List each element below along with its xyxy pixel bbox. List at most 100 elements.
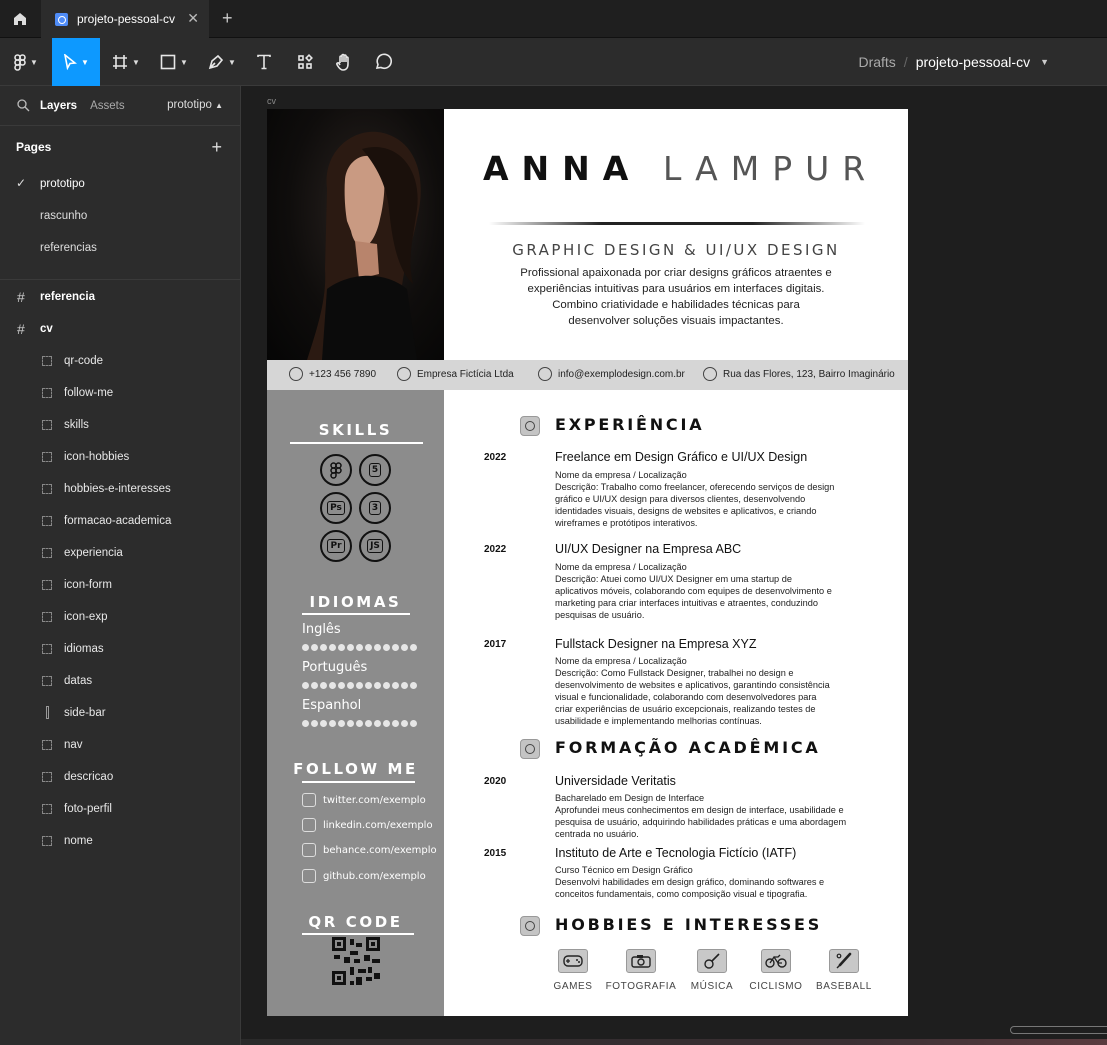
page-item-prototipo[interactable]: ✓ prototipo — [0, 168, 240, 200]
layer-side-bar[interactable]: side-bar — [0, 697, 240, 729]
language-name: Espanhol — [302, 698, 362, 713]
hand-icon — [336, 53, 349, 71]
group-icon — [42, 644, 52, 654]
layer-label: descricao — [64, 771, 114, 783]
tab-layers[interactable]: Layers — [40, 100, 77, 112]
new-tab-button[interactable]: + — [222, 8, 233, 28]
education-line: centrada no usuário. — [555, 828, 639, 839]
page-item-rascunho[interactable]: rascunho — [0, 200, 240, 232]
layer-label: qr-code — [64, 355, 103, 367]
close-icon[interactable]: ✕ — [187, 11, 199, 25]
layer-label: hobbies-e-interesses — [64, 483, 171, 495]
frame-label[interactable]: cv — [267, 96, 276, 106]
layer-idiomas[interactable]: idiomas — [0, 633, 240, 665]
layer-foto-perfil[interactable]: foto-perfil — [0, 793, 240, 825]
html5-icon: 5 — [359, 454, 391, 486]
education-line: Bacharelado em Design de Interface — [555, 793, 705, 803]
skills-title: SKILLS — [318, 421, 393, 439]
layer-follow-me[interactable]: follow-me — [0, 377, 240, 409]
home-icon — [14, 13, 26, 25]
file-tab[interactable]: projeto-pessoal-cv ✕ — [41, 0, 209, 38]
experience-body: Nome da empresa / Localização Descrição:… — [555, 562, 875, 622]
education-line: Aprofundei meus conhecimentos em design … — [555, 804, 844, 815]
chevron-down-icon: ▼ — [30, 57, 38, 67]
layer-skills[interactable]: skills — [0, 409, 240, 441]
breadcrumb-drafts[interactable]: Drafts — [858, 54, 895, 70]
canvas[interactable]: cv ANNA LAMPUR GRAPHIC DESIGN & UI/UX DE… — [241, 86, 1107, 1045]
experience-line: usabilidade e implementando melhorias co… — [555, 715, 762, 726]
experience-line: wireframes e protótipos interativos. — [555, 517, 698, 528]
tab-assets[interactable]: Assets — [90, 100, 125, 112]
premiere-icon: Pr — [320, 530, 352, 562]
pen-tool[interactable]: ▼ — [200, 38, 244, 86]
layer-icon-hobbies[interactable]: icon-hobbies — [0, 441, 240, 473]
layer-nav[interactable]: nav — [0, 729, 240, 761]
group-icon — [42, 740, 52, 750]
layer-nome[interactable]: nome — [0, 825, 240, 857]
layer-formacao-academica[interactable]: formacao-academica — [0, 505, 240, 537]
resources-tool[interactable] — [288, 38, 322, 86]
languages-title: IDIOMAS — [309, 593, 402, 611]
layer-label: formacao-academica — [64, 515, 172, 527]
camera-icon — [626, 949, 656, 973]
cv-frame[interactable]: ANNA LAMPUR GRAPHIC DESIGN & UI/UX DESIG… — [267, 109, 908, 1016]
breadcrumb: Drafts / projeto-pessoal-cv ▼ — [858, 38, 1049, 86]
layer-label: cv — [40, 323, 53, 335]
group-icon — [42, 484, 52, 494]
frame-tool[interactable]: ▼ — [104, 38, 148, 86]
group-icon — [42, 804, 52, 814]
chevron-down-icon: ▼ — [132, 57, 140, 67]
layer-icon-exp[interactable]: icon-exp — [0, 601, 240, 633]
experience-line: gráfico e UI/UX design para diversos cli… — [555, 493, 806, 504]
layer-icon-form[interactable]: icon-form — [0, 569, 240, 601]
css3-icon: 3 — [359, 492, 391, 524]
hand-tool[interactable] — [328, 38, 360, 86]
education-body: Bacharelado em Design de Interface Aprof… — [555, 793, 875, 841]
layer-qr-code[interactable]: qr-code — [0, 345, 240, 377]
description-line: Combino criatividade e habilidades técni… — [552, 299, 800, 311]
experience-body: Nome da empresa / Localização Descrição:… — [555, 656, 875, 727]
layer-descricao[interactable]: descricao — [0, 761, 240, 793]
add-page-button[interactable]: + — [211, 137, 222, 158]
layer-label: datas — [64, 675, 93, 687]
search-icon[interactable] — [17, 99, 30, 112]
text-tool[interactable] — [248, 38, 280, 86]
baseball-glyph — [836, 952, 852, 969]
page-item-referencias[interactable]: referencias — [0, 232, 240, 264]
hobby-baseball: BASEBALL — [804, 949, 884, 992]
page-label: rascunho — [40, 210, 88, 222]
layer-hobbies-e-interesses[interactable]: hobbies-e-interesses — [0, 473, 240, 505]
move-tool[interactable]: ▼ — [52, 38, 100, 86]
description-line: Profissional apaixonada por criar design… — [520, 267, 832, 279]
group-icon — [42, 612, 52, 622]
layer-experiencia[interactable]: experiencia — [0, 537, 240, 569]
layer-label: foto-perfil — [64, 803, 112, 815]
home-button[interactable] — [0, 0, 40, 38]
github-icon — [302, 869, 316, 883]
education-line: Desenvolvi habilidades em design gráfico… — [555, 876, 825, 887]
guitar-glyph — [704, 953, 720, 969]
role-title: GRAPHIC DESIGN & UI/UX DESIGN — [512, 241, 840, 259]
layer-frame-referencia[interactable]: # referencia — [0, 281, 240, 313]
chevron-up-icon: ▲ — [215, 101, 223, 110]
linkedin-icon — [302, 818, 316, 832]
main-menu-button[interactable]: ▼ — [0, 38, 52, 86]
comment-tool[interactable] — [366, 38, 400, 86]
education-body: Curso Técnico em Design Gráfico Desenvol… — [555, 865, 875, 901]
language-level-dots — [302, 720, 417, 727]
html5-label: 5 — [368, 463, 382, 477]
breadcrumb-file-name[interactable]: projeto-pessoal-cv — [916, 54, 1030, 70]
shape-tool[interactable]: ▼ — [152, 38, 196, 86]
experience-line: Descrição: Trabalho como freelancer, ofe… — [555, 481, 835, 492]
chevron-down-icon[interactable]: ▼ — [1040, 57, 1049, 67]
experience-title-item: Freelance em Design Gráfico e UI/UX Desi… — [555, 450, 808, 464]
horizontal-scrollbar[interactable] — [1010, 1026, 1107, 1034]
language-level-dots — [302, 682, 417, 689]
layer-label: icon-hobbies — [64, 451, 130, 463]
name-divider — [489, 222, 865, 225]
page-selector[interactable]: prototipo ▲ — [167, 99, 223, 111]
layer-frame-cv[interactable]: # cv — [0, 313, 240, 345]
css3-label: 3 — [368, 501, 382, 515]
education-title-item: Instituto de Arte e Tecnologia Fictício … — [555, 846, 797, 860]
layer-datas[interactable]: datas — [0, 665, 240, 697]
